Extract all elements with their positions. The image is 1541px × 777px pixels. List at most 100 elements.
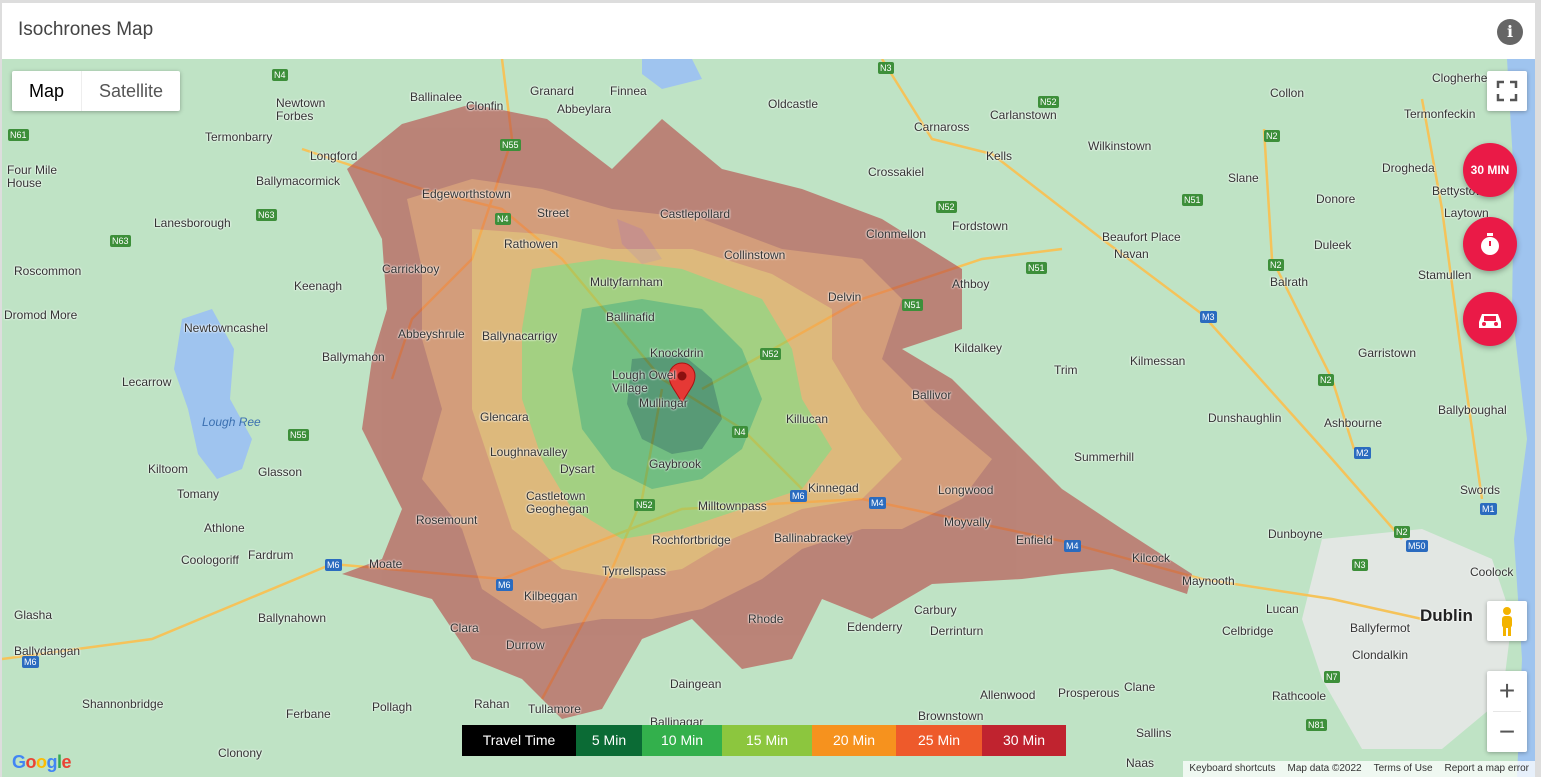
zoom-control: + − (1487, 671, 1527, 752)
place-label: Drogheda (1382, 161, 1435, 175)
place-label: Ferbane (286, 707, 331, 721)
time-range-button[interactable]: 30 MIN (1463, 143, 1517, 197)
fullscreen-icon (1496, 80, 1518, 102)
place-label: Coologoriff (181, 553, 239, 567)
map-canvas[interactable]: Granard Finnea Abbeylara Ballinalee Clonfin O… (2, 59, 1535, 777)
road-shield: N2 (1394, 526, 1410, 538)
place-label: Donore (1316, 192, 1356, 206)
road-shield: N2 (1264, 130, 1280, 142)
road-shield: N4 (495, 213, 511, 225)
pegman-icon (1502, 607, 1512, 636)
isochrones-card: Isochrones Map i Granard Finnea Abbeylar… (0, 0, 1541, 777)
place-label: Delvin (828, 290, 862, 304)
place-label: Ballynahown (258, 611, 327, 625)
place-label: Rhode (748, 612, 784, 626)
road-shield: N52 (936, 201, 957, 213)
place-label: Newtowncashel (184, 321, 269, 335)
car-icon (1479, 314, 1501, 328)
place-label: Trim (1054, 363, 1078, 377)
place-label: Rathcoole (1272, 689, 1327, 703)
place-label: Rahan (474, 697, 510, 711)
place-label: Lough Ree (202, 415, 261, 429)
place-label: Multyfarnham (590, 275, 663, 289)
place-label: Lucan (1266, 602, 1299, 616)
place-label: Maynooth (1182, 574, 1235, 588)
place-label: Rosemount (416, 513, 478, 527)
driving-mode-button[interactable] (1463, 292, 1517, 346)
fullscreen-button[interactable] (1487, 71, 1527, 111)
place-label: Kiltoom (148, 462, 189, 476)
road-shield: M1 (1480, 503, 1497, 515)
place-label: Carlanstown (990, 108, 1057, 122)
report-error-link[interactable]: Report a map error (1439, 761, 1535, 777)
place-label: Four Mile House (7, 163, 58, 190)
map-footer: Keyboard shortcuts Map data ©2022 Terms … (1183, 761, 1535, 777)
place-label: Ballinalee (410, 90, 463, 104)
place-label: Shannonbridge (82, 697, 164, 711)
terms-link[interactable]: Terms of Use (1368, 761, 1439, 777)
place-label: Prosperous (1058, 686, 1120, 700)
map-type-map-button[interactable]: Map (12, 71, 81, 111)
place-label: Keenagh (294, 279, 343, 293)
road-shield: M6 (790, 490, 807, 502)
place-label: Ballivor (912, 388, 952, 402)
place-label: Collinstown (724, 248, 786, 262)
zoom-in-button[interactable]: + (1487, 671, 1527, 711)
place-label: Athboy (952, 277, 990, 291)
road-shield: N52 (1038, 96, 1059, 108)
place-label: Edenderry (847, 620, 903, 634)
place-label: Castletown Geoghegan (526, 489, 589, 516)
place-label: Milltownpass (698, 499, 767, 513)
place-label: Rochfortbridge (652, 533, 731, 547)
legend-item: 5 Min (576, 725, 642, 756)
place-label: Street (537, 206, 570, 220)
keyboard-shortcuts-link[interactable]: Keyboard shortcuts (1183, 761, 1281, 777)
street-view-button[interactable] (1487, 601, 1527, 641)
place-label: Glasson (258, 465, 303, 479)
place-label: Dunshaughlin (1208, 411, 1282, 425)
place-label: Daingean (670, 677, 722, 691)
stopwatch-icon (1481, 233, 1499, 255)
road-shield: M2 (1354, 447, 1371, 459)
stopwatch-button[interactable] (1463, 217, 1517, 271)
road-shield: N61 (8, 129, 29, 141)
place-label: Glasha (14, 608, 53, 622)
legend-item: 20 Min (812, 725, 896, 756)
place-label: Ballynacarrigy (482, 329, 558, 343)
road-shield: M4 (1064, 540, 1081, 552)
place-label: Ashbourne (1324, 416, 1383, 430)
road-shield: N7 (1324, 671, 1340, 683)
place-label: Kilmessan (1130, 354, 1186, 368)
place-label: Termonfeckin (1404, 107, 1476, 121)
place-label: Ballymacormick (256, 174, 341, 188)
road-shield: N63 (110, 235, 131, 247)
place-label: Lecarrow (122, 375, 172, 389)
place-label: Swords (1460, 483, 1501, 497)
place-label: Kells (986, 149, 1013, 163)
place-label: Durrow (506, 638, 545, 652)
place-label: Balrath (1270, 275, 1309, 289)
place-label: Gaybrook (649, 457, 702, 471)
place-label: Kilbeggan (524, 589, 578, 603)
place-label: Lanesborough (154, 216, 231, 230)
place-label: Wilkinstown (1088, 139, 1152, 153)
place-label: Abbeylara (557, 102, 612, 116)
place-label: Derrinturn (930, 624, 984, 638)
place-label: Ballinafid (606, 310, 655, 324)
legend-item: 15 Min (722, 725, 812, 756)
place-label: Ballyboughal (1438, 403, 1507, 417)
legend-item: 10 Min (642, 725, 722, 756)
place-label: Abbeyshrule (398, 327, 465, 341)
map-type-satellite-button[interactable]: Satellite (81, 71, 180, 111)
road-shield: N4 (272, 69, 288, 81)
zoom-out-button[interactable]: − (1487, 712, 1527, 752)
road-shield: N63 (256, 209, 277, 221)
road-shield: N52 (760, 348, 781, 360)
info-icon[interactable]: i (1497, 19, 1523, 45)
place-label: Clondalkin (1352, 648, 1409, 662)
place-label: Duleek (1314, 238, 1352, 252)
map-data-text: Map data ©2022 (1287, 763, 1362, 774)
road-shield: N4 (732, 426, 748, 438)
road-shield: N81 (1306, 719, 1327, 731)
place-label: Crossakiel (868, 165, 925, 179)
